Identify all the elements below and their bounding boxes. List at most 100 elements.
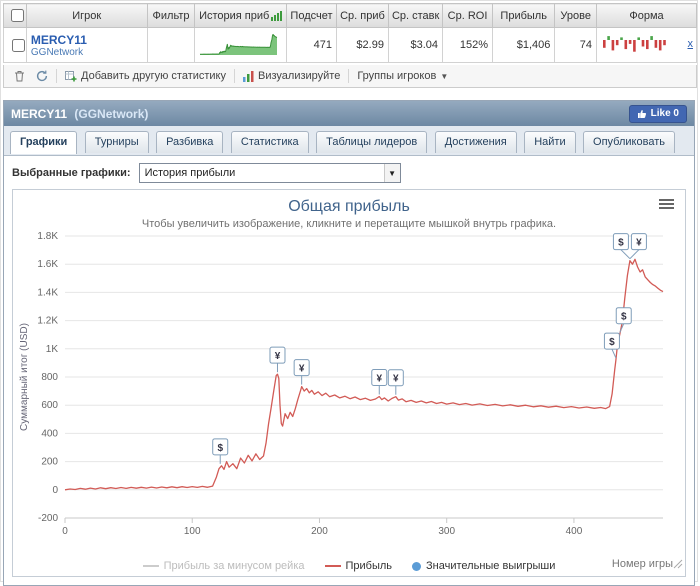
win-marker: $	[603, 332, 620, 359]
thumbs-up-icon	[637, 109, 646, 118]
col-avg-profit[interactable]: Ср. приб	[335, 3, 389, 28]
player-cell: MERCY11 GGNetwork	[25, 27, 148, 63]
x-axis-title: Номер игры	[611, 558, 673, 570]
chart-menu-icon[interactable]	[659, 199, 674, 211]
col-profit-history[interactable]: История приб	[194, 3, 287, 28]
y-axis-title: Суммарный итог (USD)	[19, 323, 30, 431]
toolbar-separator	[56, 69, 57, 83]
svg-text:¥: ¥	[376, 373, 382, 384]
y-tick-label: -200	[38, 513, 58, 524]
trash-icon	[15, 71, 24, 82]
profit-sparkline-cell	[194, 27, 287, 63]
panel-title: MERCY11 (GGNetwork)	[11, 107, 148, 121]
tab-achievements[interactable]: Достижения	[434, 131, 517, 153]
results-table: Игрок Фильтр История приб Подсчет Ср. пр…	[3, 3, 697, 63]
y-tick-label: 1.2K	[37, 316, 58, 327]
col-count[interactable]: Подсчет	[286, 3, 337, 28]
chevron-down-icon: ▼	[440, 71, 449, 81]
select-arrow-icon: ▼	[383, 164, 400, 182]
profit-value: $1,406	[491, 27, 556, 63]
filter-cell[interactable]	[146, 27, 196, 63]
profit-sparkline	[200, 33, 278, 55]
table-header-row: Игрок Фильтр История приб Подсчет Ср. пр…	[3, 3, 697, 28]
tab-statistics[interactable]: Статистика	[230, 131, 309, 153]
x-tick-label: 400	[566, 526, 583, 537]
chart-title: Общая прибыль	[288, 198, 410, 215]
y-tick-label: 800	[41, 372, 58, 383]
svg-text:¥: ¥	[275, 351, 281, 362]
col-filter[interactable]: Фильтр	[146, 3, 196, 28]
panel-header: MERCY11 (GGNetwork) Like 0	[4, 101, 694, 126]
y-tick-label: 1.8K	[37, 231, 58, 242]
tab-tournaments[interactable]: Турниры	[84, 131, 149, 153]
select-all-checkbox[interactable]	[11, 9, 24, 22]
chart-legend: Прибыль за минусом рейка Прибыль Значите…	[13, 555, 685, 577]
col-avg-stake[interactable]: Ср. ставк	[387, 3, 444, 28]
tab-bar: Графики Турниры Разбивка Статистика Табл…	[4, 126, 694, 156]
x-tick-label: 100	[184, 526, 201, 537]
player-groups-button[interactable]: Группы игроков ▼	[354, 70, 451, 82]
win-marker: $	[615, 307, 632, 333]
add-statistic-button[interactable]: Добавить другую статистику	[62, 70, 229, 82]
form-sparkline	[603, 35, 666, 52]
tab-breakdown[interactable]: Разбивка	[156, 131, 224, 153]
col-level[interactable]: Урове	[554, 3, 598, 28]
remove-row-link[interactable]: x	[688, 38, 694, 50]
level-value: 74	[554, 27, 598, 63]
panel-title-player: MERCY11	[11, 106, 68, 121]
chart-svg: -200 0 200 400 600 800 1K 1.2K 1.4K 1.6K 1.8K 0 100 2…	[19, 231, 664, 537]
win-marker: $	[612, 233, 631, 260]
y-tick-label: 1.4K	[37, 287, 58, 298]
col-profit[interactable]: Прибыль	[491, 3, 556, 28]
legend-item-profit[interactable]: Прибыль	[324, 560, 392, 572]
select-all-cell[interactable]	[3, 3, 27, 28]
y-tick-label: 1.6K	[37, 259, 58, 270]
player-link[interactable]: MERCY11	[31, 33, 143, 47]
legend-swatch	[412, 561, 422, 571]
tab-publish[interactable]: Опубликовать	[583, 131, 675, 153]
graph-select[interactable]: История прибыли ▼	[138, 163, 401, 183]
x-tick-label: 0	[62, 526, 68, 537]
col-avg-roi[interactable]: Ср. ROI	[442, 3, 493, 28]
row-select-cell[interactable]	[3, 27, 27, 63]
legend-item-profit-minus-rake[interactable]: Прибыль за минусом рейка	[142, 560, 305, 572]
tab-find[interactable]: Найти	[524, 131, 576, 153]
profit-chart: Общая прибыль Чтобы увеличить изображени…	[12, 189, 686, 577]
col-form[interactable]: Форма	[596, 3, 697, 28]
legend-item-significant-wins[interactable]: Значительные выигрыши	[412, 560, 555, 572]
toolbar-separator	[348, 69, 350, 83]
refresh-button[interactable]	[33, 70, 51, 82]
avg-roi-value: 152%	[442, 27, 493, 63]
toolbar-separator	[234, 69, 235, 83]
refresh-icon	[36, 70, 48, 82]
win-marker: ¥	[269, 346, 286, 373]
resize-handle[interactable]	[673, 556, 683, 574]
add-statistic-icon	[65, 71, 77, 82]
network-link[interactable]: GGNetwork	[31, 47, 143, 58]
win-marker: $	[212, 438, 229, 464]
tab-graphs[interactable]: Графики	[10, 131, 78, 154]
page: Игрок Фильтр История приб Подсчет Ср. пр…	[0, 0, 698, 586]
row-checkbox[interactable]	[12, 38, 25, 52]
visualize-icon	[243, 70, 254, 82]
legend-swatch	[324, 565, 341, 567]
svg-text:$: $	[621, 312, 627, 323]
panel-title-network: (GGNetwork)	[74, 106, 149, 121]
facebook-like-button[interactable]: Like 0	[628, 104, 687, 123]
chart-plot-area[interactable]: -200 0 200 400 600 800 1K 1.2K 1.4K 1.6K 1.8K 0 100 2…	[13, 230, 685, 555]
col-player[interactable]: Игрок	[25, 3, 148, 28]
y-tick-label: 200	[41, 457, 58, 468]
y-tick-label: 400	[41, 428, 58, 439]
delete-button[interactable]	[11, 70, 28, 82]
count-value: 471	[286, 27, 337, 63]
svg-text:$: $	[609, 337, 615, 348]
legend-swatch	[142, 565, 159, 567]
results-toolbar: Добавить другую статистику Визуализируйт…	[3, 65, 697, 88]
visualize-button[interactable]: Визуализируйте	[240, 70, 343, 82]
y-tick-label: 0	[52, 485, 58, 496]
profit-line	[64, 258, 664, 491]
win-marker: ¥	[371, 368, 388, 395]
y-tick-label: 1K	[46, 344, 59, 355]
graph-selector-label: Выбранные графики:	[12, 167, 131, 179]
tab-leaderboards[interactable]: Таблицы лидеров	[316, 131, 428, 153]
